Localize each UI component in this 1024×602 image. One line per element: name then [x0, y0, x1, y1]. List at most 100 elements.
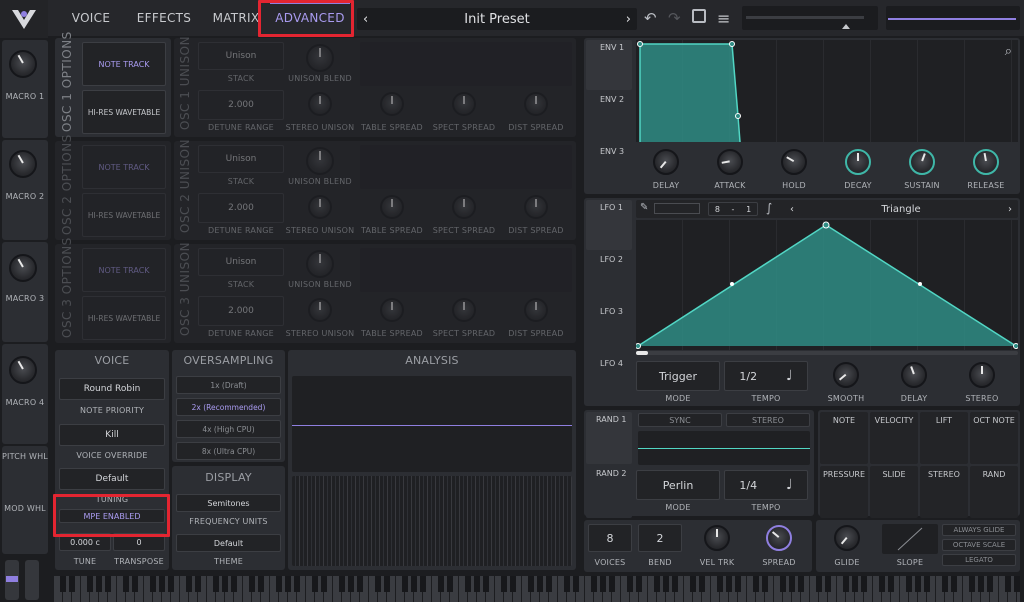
osc-2-hires-toggle[interactable]: HI-RES WAVETABLE [82, 193, 166, 237]
piano-black-key[interactable] [132, 576, 138, 592]
rand-tab-1[interactable]: RAND 1 [586, 412, 632, 464]
piano-black-key[interactable] [501, 576, 507, 592]
osc-2-stereo-unison-knob[interactable] [308, 195, 332, 219]
piano-black-key[interactable] [357, 576, 363, 592]
piano-black-key[interactable] [636, 576, 642, 592]
piano-black-key[interactable] [537, 576, 543, 592]
piano-black-key[interactable] [150, 576, 156, 592]
lfo-tab-2[interactable]: LFO 2 [586, 252, 632, 302]
piano-black-key[interactable] [231, 576, 237, 592]
piano-black-key[interactable] [879, 576, 885, 592]
lfo-tempo-select[interactable]: 1/2 ♩ [724, 361, 808, 391]
env-attack-knob[interactable] [717, 149, 743, 175]
envelope-zoom-icon[interactable]: ⌕ [1005, 44, 1012, 59]
env-sustain-knob[interactable] [909, 149, 935, 175]
lfo-shape-next-icon[interactable]: › [1008, 204, 1012, 215]
osc-1-detune-range-value[interactable]: 2.000 [198, 90, 284, 120]
piano-black-key[interactable] [447, 576, 453, 592]
piano-black-key[interactable] [483, 576, 489, 592]
oversampling-option-3[interactable]: 8x (Ultra CPU) [176, 442, 281, 460]
osc-1-stack-select[interactable]: Unison [198, 42, 284, 70]
mod-source-lift[interactable]: LIFT [920, 412, 968, 464]
rand-sync-toggle[interactable]: SYNC [638, 413, 722, 427]
piano-black-key[interactable] [159, 576, 165, 592]
piano-black-key[interactable] [1005, 576, 1011, 592]
piano-black-key[interactable] [780, 576, 786, 592]
piano-black-key[interactable] [672, 576, 678, 592]
rand-note-icon[interactable]: ♩ [786, 477, 793, 493]
macro-1-knob[interactable] [9, 50, 37, 78]
piano-black-key[interactable] [825, 576, 831, 592]
piano-black-key[interactable] [402, 576, 408, 592]
osc-2-table-spread-knob[interactable] [380, 195, 404, 219]
piano-black-key[interactable] [546, 576, 552, 592]
piano-black-key[interactable] [654, 576, 660, 592]
piano-black-key[interactable] [294, 576, 300, 592]
piano-black-key[interactable] [951, 576, 957, 592]
osc-3-hires-toggle[interactable]: HI-RES WAVETABLE [82, 296, 166, 340]
tab-advanced[interactable]: ADVANCED [270, 0, 350, 36]
glide-knob[interactable] [834, 525, 860, 551]
piano-black-key[interactable] [375, 576, 381, 592]
osc-3-detune-range-value[interactable]: 2.000 [198, 296, 284, 326]
piano-black-key[interactable] [843, 576, 849, 592]
piano-black-key[interactable] [564, 576, 570, 592]
lfo-delay-knob[interactable] [901, 362, 927, 388]
piano-black-key[interactable] [69, 576, 75, 592]
rand-mode-select[interactable]: Perlin [636, 470, 720, 500]
bend-value[interactable]: 2 [638, 524, 682, 552]
piano-black-key[interactable] [285, 576, 291, 592]
lfo-smooth-icon[interactable]: ∫ [766, 201, 772, 215]
osc-2-unison-blend-knob[interactable] [306, 147, 334, 175]
piano-black-key[interactable] [591, 576, 597, 592]
osc-3-note-track-toggle[interactable]: NOTE TRACK [82, 248, 166, 292]
piano-black-key[interactable] [105, 576, 111, 592]
pitch-wheel[interactable] [5, 560, 19, 600]
osc-3-dist-spread-knob[interactable] [524, 298, 548, 322]
osc-3-table-spread-knob[interactable] [380, 298, 404, 322]
lfo-stereo-knob[interactable] [969, 362, 995, 388]
lfo-graph[interactable] [635, 220, 1019, 350]
piano-black-key[interactable] [762, 576, 768, 592]
piano-black-key[interactable] [213, 576, 219, 592]
osc-1-note-track-toggle[interactable]: NOTE TRACK [82, 42, 166, 86]
piano-black-key[interactable] [222, 576, 228, 592]
keyboard[interactable] [54, 576, 1020, 602]
preset-selector[interactable]: ‹ Init Preset › [357, 8, 637, 30]
macro-4-knob[interactable] [9, 356, 37, 384]
piano-black-key[interactable] [258, 576, 264, 592]
spread-knob[interactable] [766, 525, 792, 551]
note-priority-select[interactable]: Round Robin [59, 378, 165, 400]
envelope-graph[interactable]: ⌕ [636, 40, 1018, 143]
rand-stereo-toggle[interactable]: STEREO [726, 413, 810, 427]
piano-black-key[interactable] [609, 576, 615, 592]
macro-2-knob[interactable] [9, 150, 37, 178]
lfo-grid-selector[interactable]: 8 - 1 [708, 202, 758, 216]
piano-black-key[interactable] [276, 576, 282, 592]
osc-1-spect-spread-knob[interactable] [452, 92, 476, 116]
tab-matrix[interactable]: MATRIX [206, 0, 266, 36]
piano-black-key[interactable] [627, 576, 633, 592]
mod-source-rand[interactable]: RAND [970, 466, 1018, 518]
osc-2-spect-spread-knob[interactable] [452, 195, 476, 219]
env-delay-knob[interactable] [653, 149, 679, 175]
lfo-tab-4[interactable]: LFO 4 [586, 356, 632, 406]
osc-3-stereo-unison-knob[interactable] [308, 298, 332, 322]
piano-black-key[interactable] [798, 576, 804, 592]
piano-black-key[interactable] [906, 576, 912, 592]
piano-black-key[interactable] [60, 576, 66, 592]
piano-black-key[interactable] [888, 576, 894, 592]
piano-black-key[interactable] [915, 576, 921, 592]
piano-black-key[interactable] [663, 576, 669, 592]
piano-black-key[interactable] [87, 576, 93, 592]
lfo-pencil-icon[interactable]: ✎ [640, 202, 648, 213]
tune-value[interactable]: 0.000 c [59, 533, 111, 551]
preset-next-icon[interactable]: › [626, 12, 631, 27]
slope-graph[interactable] [882, 524, 938, 554]
piano-black-key[interactable] [852, 576, 858, 592]
always-glide-toggle[interactable]: ALWAYS GLIDE [942, 524, 1016, 536]
volume-meter[interactable] [886, 6, 1020, 30]
piano-black-key[interactable] [924, 576, 930, 592]
env-release-knob[interactable] [973, 149, 999, 175]
piano-black-key[interactable] [528, 576, 534, 592]
